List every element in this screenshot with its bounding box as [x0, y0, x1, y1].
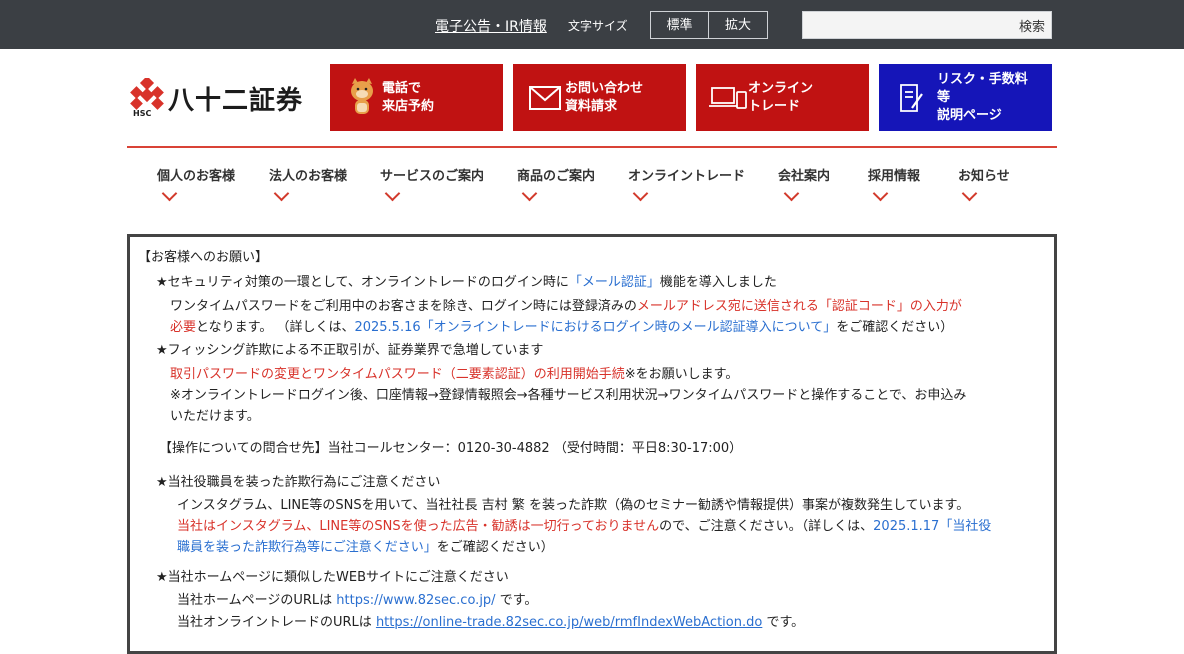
- mail-auth-link[interactable]: 「メール認証」: [569, 275, 660, 290]
- notice-title: 【お客様へのお願い】: [138, 250, 269, 265]
- impersonation-heading: ★当社役職員を装った詐欺行為にご注意ください: [156, 475, 441, 490]
- phishing-line-1: 取引パスワードの変更とワンタイムパスワード（二要素認証）の利用開始手続※をお願い…: [170, 367, 739, 382]
- phishing-line-2: ※オンライントレードログイン後、口座情報→登録情報照会→各種サービス利用状況→ワ…: [170, 388, 967, 403]
- search-button[interactable]: 検索: [1019, 16, 1045, 35]
- font-size-label: 文字サイズ: [568, 19, 628, 33]
- online-trade-url-line: 当社オンライントレードのURLは https://online-trade.82…: [177, 615, 805, 630]
- password-change-link[interactable]: 取引パスワードの変更とワンタイムパスワード（二要素認証）の利用開始手続: [170, 367, 625, 382]
- contact-button[interactable]: お問い合わせ 資料請求: [513, 64, 686, 131]
- chevron-down-icon: [161, 185, 178, 202]
- top-bar: 電子公告・IR情報 文字サイズ 標準 拡大 検索: [0, 0, 1184, 49]
- nav-item-company[interactable]: 会社案内: [778, 165, 830, 184]
- homepage-url-line: 当社ホームページのURLは https://www.82sec.co.jp/ で…: [177, 593, 538, 608]
- contact-info: 【操作についての問合せ先】当社コールセンター：0120-30-4882 （受付時…: [159, 441, 743, 456]
- online-trade-url-link[interactable]: https://online-trade.82sec.co.jp/web/rmf…: [376, 615, 762, 630]
- nav-item-products[interactable]: 商品のご案内: [517, 165, 595, 184]
- chevron-down-icon: [521, 185, 538, 202]
- ir-link[interactable]: 電子公告・IR情報: [435, 16, 547, 36]
- nav-divider: [127, 146, 1057, 148]
- chevron-down-icon: [273, 185, 290, 202]
- nav-item-services[interactable]: サービスのご案内: [380, 165, 484, 184]
- search-input[interactable]: [803, 12, 1025, 38]
- chevron-down-icon: [783, 185, 800, 202]
- chevron-down-icon: [384, 185, 401, 202]
- homepage-url-link[interactable]: https://www.82sec.co.jp/: [336, 593, 495, 608]
- chevron-down-icon: [632, 185, 649, 202]
- security-line-2: 必要となります。 （詳しくは、2025.5.16「オンライントレードにおけるログ…: [170, 320, 954, 335]
- mascot-icon: [342, 78, 382, 118]
- online-trade-button[interactable]: オンライン トレード: [696, 64, 869, 131]
- impersonation-line-2: 当社はインスタグラム、LINE等のSNSを使った広告・勧誘は一切行っておりません…: [177, 519, 992, 534]
- risk-fee-button[interactable]: リスク・手数料 等 説明ページ: [879, 64, 1052, 131]
- nav-item-corporate[interactable]: 法人のお客様: [269, 165, 347, 184]
- impersonation-line-3: 職員を装った詐欺行為等にご注意ください」をご確認ください）: [177, 540, 554, 555]
- security-heading: ★セキュリティ対策の一環として、オンライントレードのログイン時に「メール認証」機…: [156, 275, 777, 290]
- risk-fee-label: リスク・手数料 等 説明ページ: [937, 72, 1028, 123]
- search-box: 検索: [802, 11, 1052, 39]
- chevron-down-icon: [961, 185, 978, 202]
- font-size-large-button[interactable]: 拡大: [708, 11, 768, 39]
- contact-label: お問い合わせ 資料請求: [565, 81, 644, 114]
- impersonation-line-1: インスタグラム、LINE等のSNSを用いて、当社社長 吉村 繁 を装った詐欺（偽…: [177, 498, 970, 513]
- phishing-heading: ★フィッシング詐欺による不正取引が、証券業界で急増しています: [156, 343, 544, 358]
- logo-mark-icon: [130, 78, 164, 110]
- impersonation-news-link[interactable]: 2025.1.17「当社役: [873, 519, 991, 534]
- security-line-1: ワンタイムパスワードをご利用中のお客さまを除き、ログイン時には登録済みのメールア…: [170, 299, 962, 314]
- devices-icon: [708, 78, 748, 118]
- phishing-line-3: いただけます。: [170, 409, 260, 424]
- nav-item-online-trade[interactable]: オンライントレード: [628, 165, 745, 184]
- nav-item-individual[interactable]: 個人のお客様: [157, 165, 235, 184]
- mail-auth-news-link[interactable]: 2025.5.16「オンライントレードにおけるログイン時のメール認証導入について…: [354, 320, 836, 335]
- reserve-visit-button[interactable]: 電話で 来店予約: [330, 64, 503, 131]
- online-trade-label: オンライン トレード: [748, 81, 814, 114]
- mail-icon: [525, 78, 565, 118]
- font-size-standard-button[interactable]: 標準: [650, 11, 709, 39]
- document-pen-icon: [891, 78, 931, 118]
- fake-site-heading: ★当社ホームページに類似したWEBサイトにご注意ください: [156, 570, 509, 585]
- logo-text: 八十二証券: [168, 86, 304, 116]
- nav-item-recruit[interactable]: 採用情報: [868, 165, 920, 184]
- logo-sub: HSC: [133, 109, 152, 118]
- reserve-visit-label: 電話で 来店予約: [382, 81, 435, 114]
- impersonation-news-link-cont[interactable]: 職員を装った詐欺行為等にご注意ください」: [177, 540, 437, 555]
- chevron-down-icon: [872, 185, 889, 202]
- nav-item-news[interactable]: お知らせ: [958, 165, 1010, 184]
